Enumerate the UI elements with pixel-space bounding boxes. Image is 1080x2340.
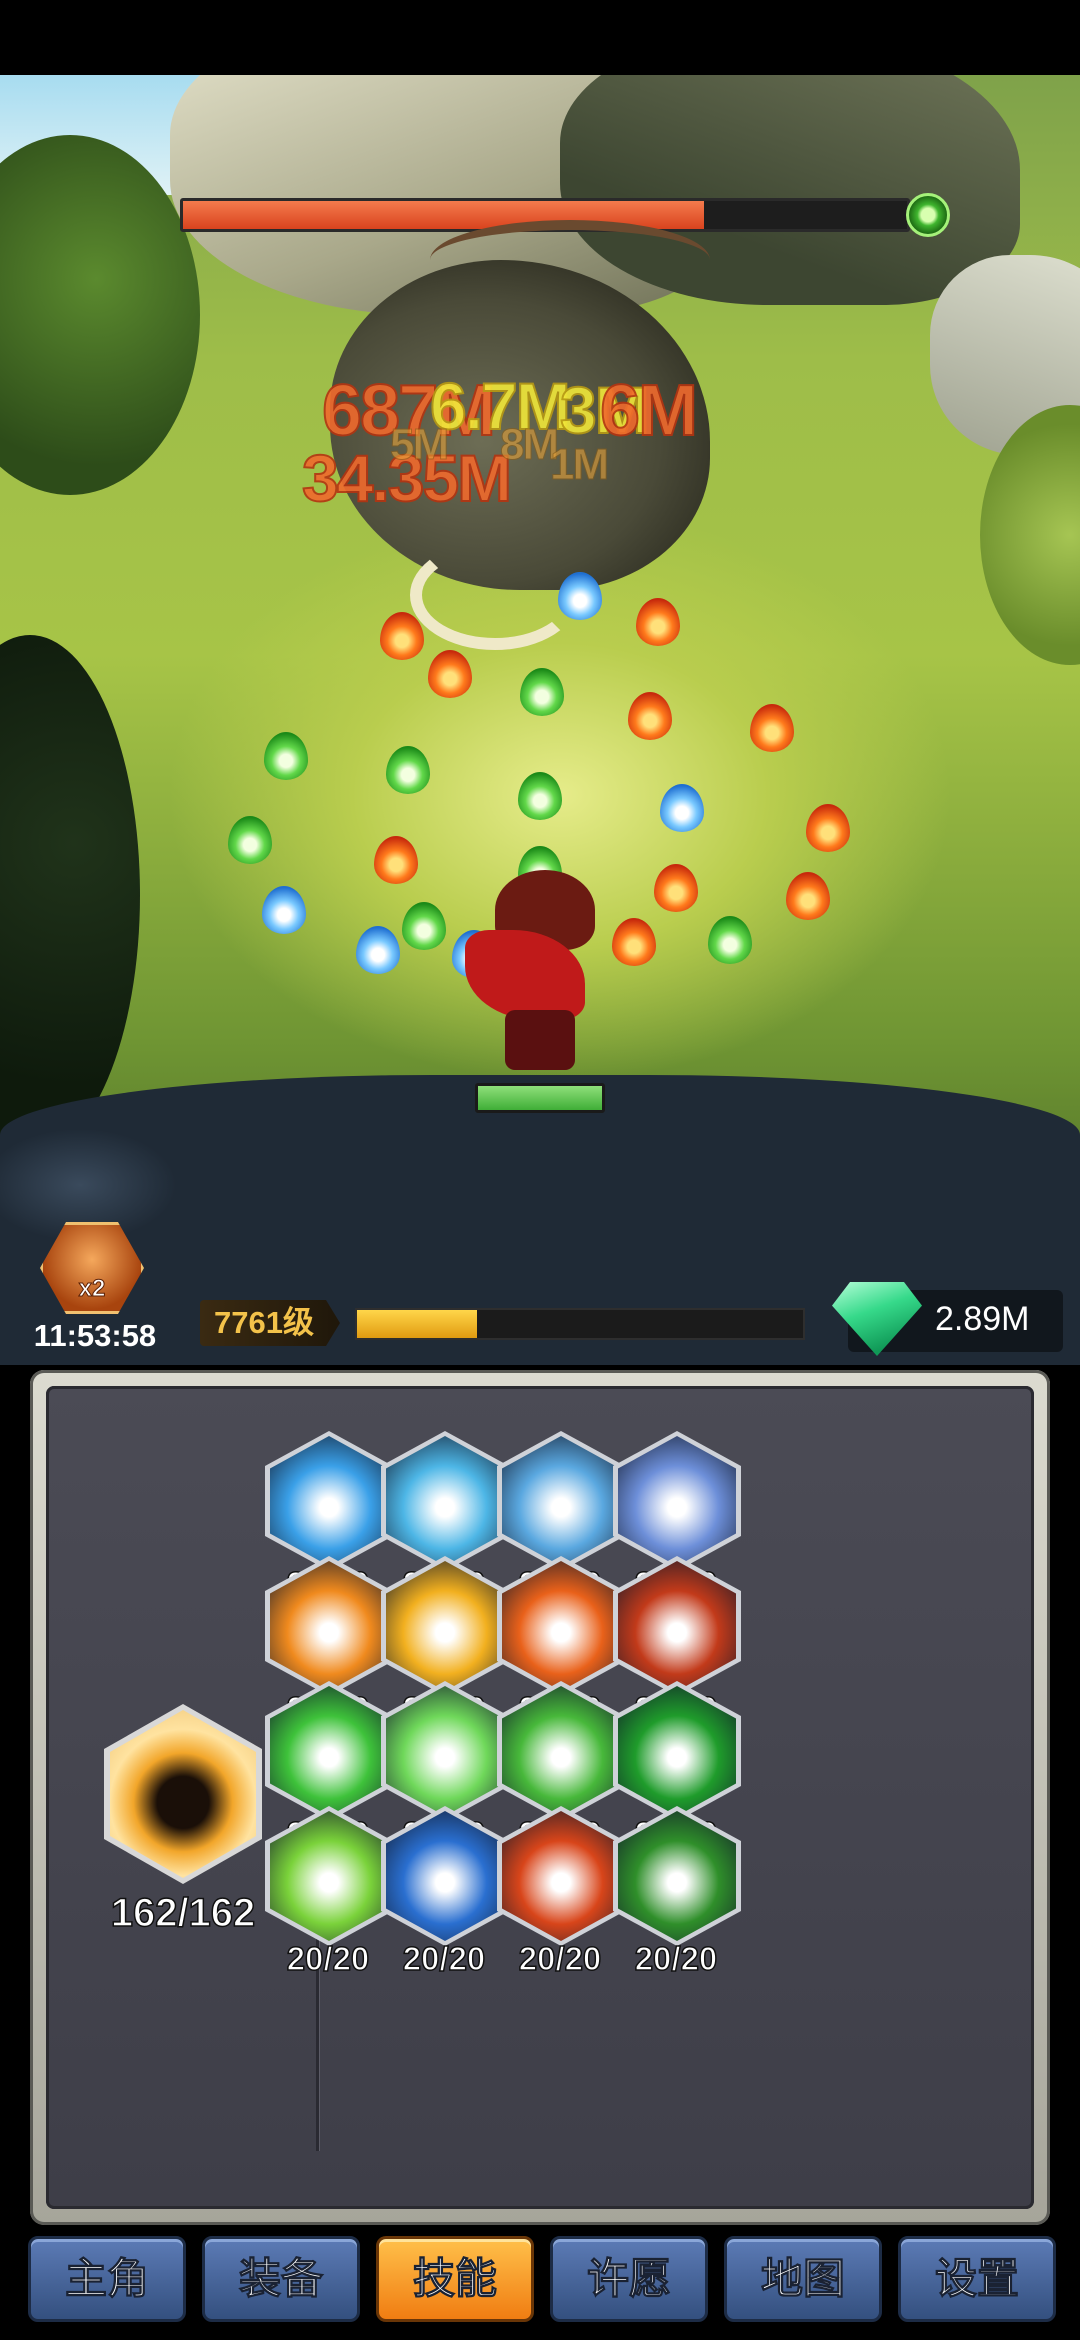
hero-character	[455, 870, 625, 1080]
skill-slot[interactable]: 20/20	[590, 1806, 762, 1986]
pentagram-icon	[618, 1686, 736, 1816]
nav-tab[interactable]: 主角	[28, 2236, 186, 2322]
skill-frame	[613, 1681, 741, 1821]
level-label: 7761级	[200, 1300, 340, 1346]
skill-frame	[613, 1556, 741, 1696]
skill-count: 20/20	[634, 1939, 718, 1978]
gem-amount: 2.89M	[935, 1300, 1030, 1338]
damage-number: 1M	[549, 440, 609, 490]
bottom-nav: 主角 装备 技能 许愿 地图 设置	[28, 2236, 1056, 2326]
ultimate-skill-button[interactable]	[104, 1704, 262, 1884]
shadow-flame-icon	[110, 1710, 256, 1878]
hero-legs	[505, 1010, 575, 1070]
skill-frame	[613, 1431, 741, 1571]
nav-tab[interactable]: 设置	[898, 2236, 1056, 2322]
boost-label: x2	[78, 1275, 106, 1303]
level-progress-fill	[357, 1310, 478, 1338]
skill-frame	[613, 1806, 741, 1946]
damage-number: 6M	[599, 370, 699, 452]
level-progress-bar	[355, 1308, 805, 1340]
nav-tab[interactable]: 地图	[724, 2236, 882, 2322]
ice-shard-icon	[618, 1436, 736, 1566]
boss-tail	[410, 540, 580, 650]
hero-health-fill	[478, 1086, 602, 1110]
boost-timer: 11:53:58	[33, 1318, 157, 1353]
nav-tab[interactable]: 装备	[202, 2236, 360, 2322]
damage-number: 5M	[389, 420, 449, 470]
thorn-vines-icon	[618, 1811, 736, 1941]
nav-tab[interactable]: 技能	[376, 2236, 534, 2322]
boss-element-icon	[906, 193, 950, 237]
left-fern	[0, 635, 140, 1155]
skill-panel-inner: 162/162 20/2020/2020/2020/2020/2020/2020…	[46, 1386, 1034, 2209]
hero-health-bar	[475, 1083, 605, 1113]
damage-number: 8M	[499, 420, 559, 470]
nav-tab[interactable]: 许愿	[550, 2236, 708, 2322]
fire-ring-icon	[618, 1561, 736, 1691]
skill-panel: 162/162 20/2020/2020/2020/2020/2020/2020…	[30, 1370, 1050, 2225]
